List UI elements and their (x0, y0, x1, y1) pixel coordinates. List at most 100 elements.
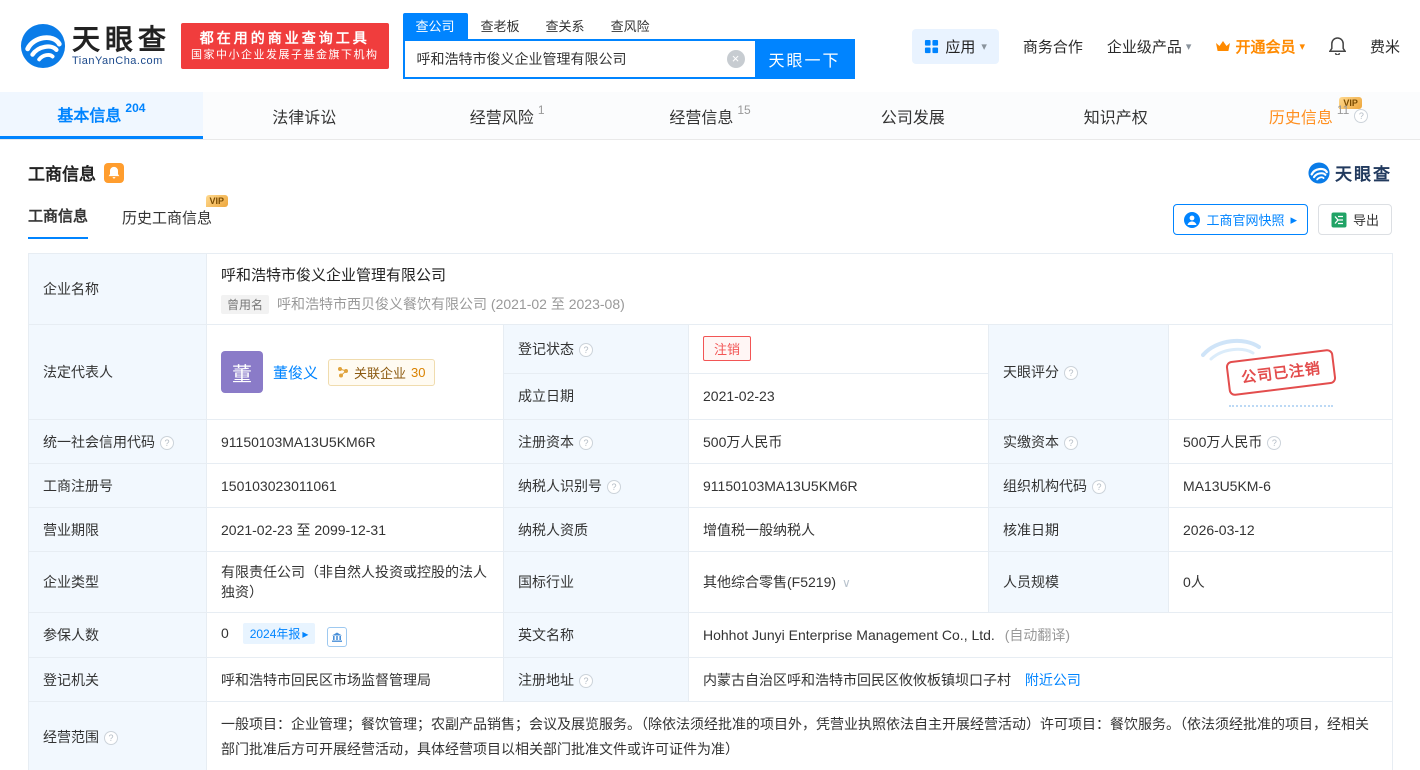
notification-bell[interactable] (1328, 37, 1346, 55)
official-snapshot-button[interactable]: 工商官网快照 ▸ (1173, 204, 1308, 235)
value-text: 91150103MA13U5KM6R (703, 477, 858, 494)
search-input[interactable] (402, 39, 755, 79)
table-row: 法定代表人 董 董俊义 关联企业 30 登记状态? 注销 天眼评分 ? 公司已注… (28, 324, 1394, 420)
label-text: 注册地址 (518, 671, 574, 688)
tab-operating-info[interactable]: 经营信息 15 (609, 92, 812, 139)
field-label-industry: 国标行业 (503, 551, 689, 613)
help-icon[interactable]: ? (1092, 479, 1106, 494)
subtab-history-business-info[interactable]: VIP 历史工商信息 (122, 195, 229, 239)
address-text: 内蒙古自治区呼和浩特市回民区攸攸板镇坝口子村 (703, 671, 1011, 688)
search-tab-relation[interactable]: 查关系 (533, 13, 598, 39)
field-value-registered-address: 内蒙古自治区呼和浩特市回民区攸攸板镇坝口子村 附近公司 (687, 657, 1394, 702)
tianyancha-logo[interactable]: 天眼查 TianYanCha.com (20, 23, 171, 69)
help-icon[interactable]: ? (579, 435, 593, 450)
field-label-reg-no: 工商注册号 (28, 463, 207, 508)
tab-label: 经营风险 (469, 109, 534, 127)
value-text: 500万人民币 (1183, 433, 1263, 450)
value-text: 150103023011061 (221, 477, 337, 494)
subtab-row: 工商信息 VIP 历史工商信息 工商官网快照 ▸ 导出 (0, 195, 1420, 239)
subtab-label: 历史工商信息 (122, 210, 213, 227)
search-tab-company[interactable]: 查公司 (402, 13, 468, 39)
grid-icon (925, 39, 939, 53)
help-icon[interactable]: ? (1064, 366, 1078, 380)
business-scope-text: 一般项目：企业管理；餐饮管理；农副产品销售；会议及展览服务。（除依法须经批准的项… (221, 716, 1369, 757)
label-text: 组织机构代码 (1003, 477, 1087, 494)
search-button[interactable]: 天眼一下 (754, 39, 855, 79)
apps-button[interactable]: 应用 ▾ (912, 28, 999, 64)
company-info-table: 企业名称 呼和浩特市俊义企业管理有限公司 曾用名 呼和浩特市西贝俊义餐饮有限公司… (28, 253, 1394, 770)
tab-company-development[interactable]: 公司发展 (811, 92, 1014, 139)
table-row: 经营范围? 一般项目：企业管理；餐饮管理；农副产品销售；会议及展览服务。（除依法… (28, 701, 1394, 770)
tab-label: 基本信息 (57, 108, 122, 125)
export-label: 导出 (1352, 213, 1379, 228)
field-value-reg-no: 150103023011061 (206, 463, 504, 508)
clear-icon[interactable]: × (726, 50, 745, 68)
section-watermark-logo: 天眼查 (1308, 160, 1392, 185)
subtab-business-info[interactable]: 工商信息 (28, 205, 89, 239)
value-text: MA13U5KM-6 (1183, 477, 1271, 494)
nav-business-cooperation[interactable]: 商务合作 (1023, 36, 1083, 57)
field-label-reg-status: 登记状态? (503, 324, 689, 374)
bell-icon (1328, 37, 1346, 55)
tab-intellectual-property[interactable]: 知识产权 (1014, 92, 1217, 139)
label-text: 法定代表人 (43, 364, 113, 380)
annual-report-badge[interactable]: 2024年报 ▸ (242, 623, 316, 644)
nav-open-vip[interactable]: 开通会员 ▾ (1215, 36, 1305, 57)
search-tab-boss[interactable]: 查老板 (468, 13, 533, 39)
chevron-down-icon: ▾ (981, 40, 987, 53)
help-icon[interactable]: ? (607, 479, 621, 494)
field-value-registration-authority: 呼和浩特市回民区市场监督管理局 (206, 657, 504, 702)
tab-history-info[interactable]: VIP 历史信息 11 ? (1217, 92, 1420, 139)
chevron-down-icon[interactable]: ∨ (842, 576, 851, 590)
nav-business-label: 商务合作 (1022, 38, 1083, 56)
annual-report-building-icon[interactable] (327, 627, 348, 647)
legal-rep-block: 董 董俊义 关联企业 30 (221, 351, 489, 393)
table-row: 企业类型 有限责任公司（非自然人投资或控股的法人独资） 国标行业 其他综合零售(… (28, 551, 1394, 613)
tab-count: 1 (537, 102, 545, 117)
field-label-reg-capital: 注册资本? (503, 419, 689, 464)
arrow-right-icon: ▸ (302, 626, 309, 641)
help-icon[interactable]: ? (579, 673, 593, 688)
help-icon[interactable]: ? (1064, 435, 1078, 450)
field-value-staff-size: 0人 (1167, 551, 1394, 613)
field-value-insured-count: 0 2024年报 ▸ (206, 612, 504, 658)
brand-domain: TianYanCha.com (72, 55, 163, 67)
user-menu[interactable]: 费米 (1370, 36, 1400, 57)
tab-operating-risk[interactable]: 经营风险 1 (406, 92, 609, 139)
help-icon[interactable]: ? (160, 435, 174, 450)
help-icon[interactable]: ? (1267, 435, 1282, 450)
monitor-bell-button[interactable] (104, 162, 124, 183)
field-value-english-name: Hohhot Junyi Enterprise Management Co., … (687, 612, 1394, 658)
field-value-tyc-score: 公司已注销 (1167, 324, 1394, 420)
field-value-industry: 其他综合零售(F5219) ∨ (688, 551, 989, 613)
search-tab-risk[interactable]: 查风险 (598, 13, 663, 39)
label-text: 工商注册号 (43, 477, 113, 494)
table-row: 登记机关 呼和浩特市回民区市场监督管理局 注册地址? 内蒙古自治区呼和浩特市回民… (28, 657, 1394, 702)
field-value-reg-status: 注销 (688, 324, 989, 374)
field-value-taxpayer-quality: 增值税一般纳税人 (688, 507, 989, 552)
field-label-tyc-score: 天眼评分? (988, 324, 1169, 420)
tab-legal-litigation[interactable]: 法律诉讼 (203, 92, 406, 139)
nearby-companies-link[interactable]: 附近公司 (1025, 672, 1081, 688)
value-text: 呼和浩特市回民区市场监督管理局 (221, 671, 431, 688)
help-icon[interactable]: ? (579, 342, 593, 357)
person-icon (1184, 211, 1201, 228)
legal-rep-link[interactable]: 董俊义 (273, 362, 318, 383)
label-text: 统一社会信用代码 (43, 433, 155, 450)
help-icon[interactable]: ? (104, 730, 118, 745)
chevron-down-icon: ▾ (1185, 40, 1192, 53)
nav-enterprise-products[interactable]: 企业级产品 ▾ (1107, 36, 1192, 57)
excel-icon (1331, 212, 1347, 227)
field-label-established: 成立日期 (503, 372, 689, 421)
help-icon[interactable]: ? (1354, 108, 1369, 123)
slogan-banner: 都在用的商业查询工具 国家中小企业发展子基金旗下机构 (181, 23, 389, 69)
tab-basic-info[interactable]: 基本信息 204 (0, 92, 203, 139)
field-value-business-scope: 一般项目：企业管理；餐饮管理；农副产品销售；会议及展览服务。（除依法须经批准的项… (205, 701, 1394, 770)
tab-label: 法律诉讼 (272, 109, 337, 127)
table-row: 营业期限 2021-02-23 至 2099-12-31 纳税人资质 增值税一般… (28, 507, 1394, 552)
export-button[interactable]: 导出 (1317, 204, 1392, 235)
related-companies-badge[interactable]: 关联企业 30 (328, 358, 435, 386)
table-row: 参保人数 0 2024年报 ▸ 英文名称 Hohhot Junyi Enterpr… (28, 612, 1394, 658)
avatar[interactable]: 董 (221, 351, 263, 393)
label-text: 实缴资本 (1003, 433, 1059, 450)
